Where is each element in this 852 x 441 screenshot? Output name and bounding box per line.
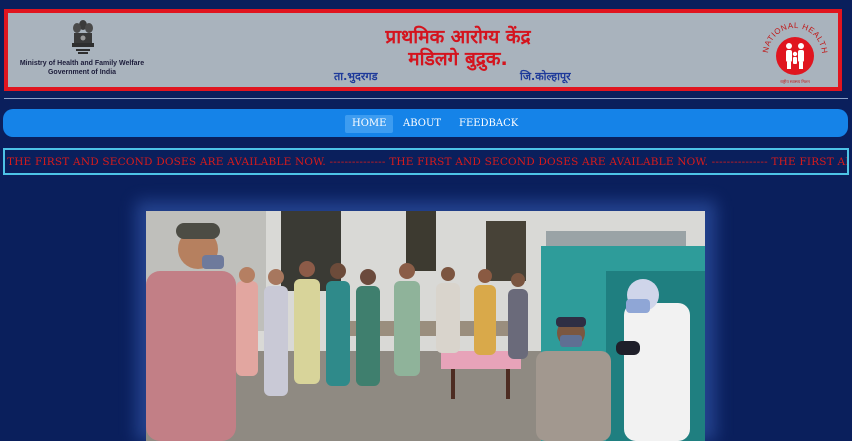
vaccination-photo [146, 211, 705, 441]
page-subtitle: मडिलगे बुद्रुक. [408, 48, 508, 70]
main-navbar: HOME ABOUT FEEDBACK [3, 109, 848, 137]
ministry-line1: Ministry of Health and Family Welfare [19, 60, 145, 67]
nhm-tagline: राष्ट्रीय स्वास्थ्य मिशन [780, 79, 810, 84]
ashoka-emblem-icon [72, 20, 94, 54]
site-header: Ministry of Health and Family Welfare Go… [4, 9, 842, 91]
nav-feedback-link[interactable]: FEEDBACK [452, 115, 525, 133]
announcement-marquee: THE FIRST AND SECOND DOSES ARE AVAILABLE… [3, 148, 849, 175]
nav-about-link[interactable]: ABOUT [396, 115, 448, 133]
announcement-text: THE FIRST AND SECOND DOSES ARE AVAILABLE… [7, 156, 847, 168]
ministry-line2: Government of India [47, 69, 117, 76]
vaccination-photo-art [146, 211, 705, 441]
nav-home-link[interactable]: HOME [345, 115, 394, 133]
divider [4, 98, 848, 99]
taluka-label: ता.भुदरगड [334, 70, 378, 83]
nhm-logo-icon: NATIONAL HEALTH MISSION राष्ट्रीय स्वास्… [760, 17, 828, 84]
district-label: जि.कोल्हापूर [520, 70, 571, 83]
ministry-text: Ministry of Health and Family Welfare Go… [12, 59, 152, 77]
